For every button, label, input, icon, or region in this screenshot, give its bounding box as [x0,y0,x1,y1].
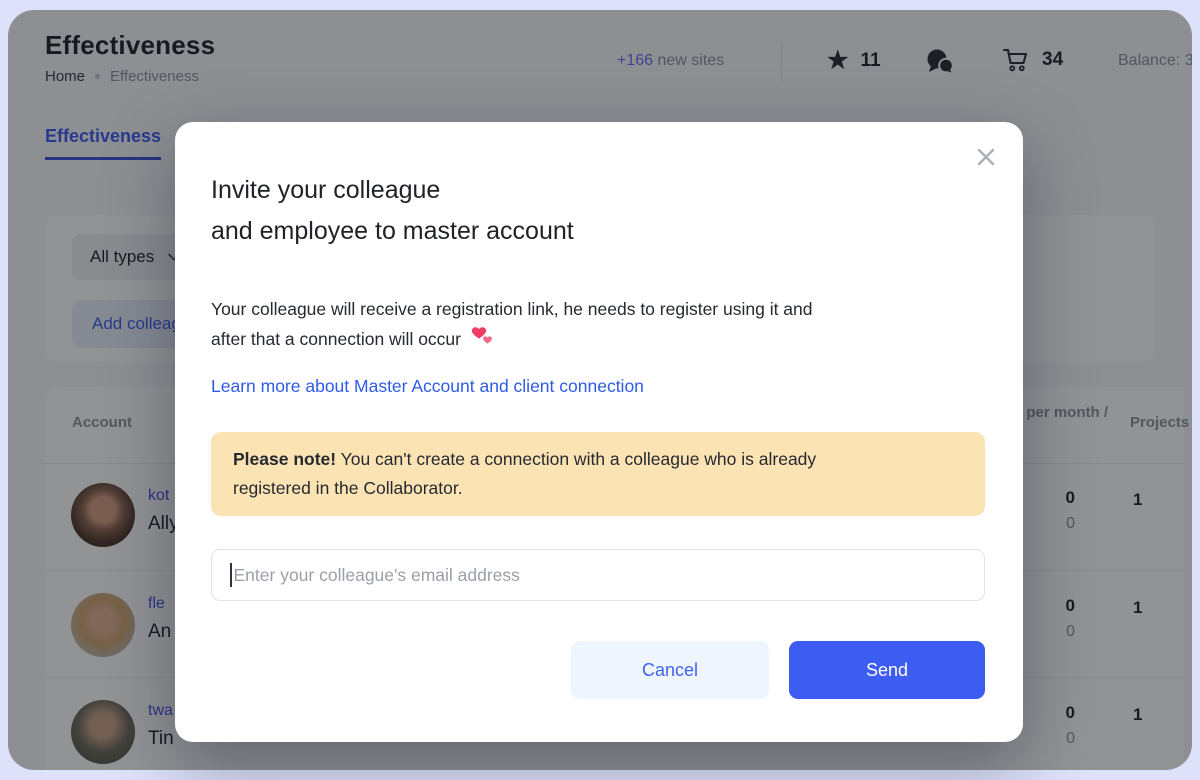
email-input[interactable]: Enter your colleague's email address [211,549,985,601]
note-box: Please note! You can't create a connecti… [211,432,985,516]
text-caret [230,563,232,587]
revolving-hearts-emoji [471,327,492,344]
send-button[interactable]: Send [789,641,985,699]
modal-description: Your colleague will receive a registrati… [211,299,813,349]
invite-colleague-modal: Invite your colleague and employee to ma… [175,122,1023,742]
close-icon[interactable] [975,146,997,168]
modal-actions: Cancel Send [571,641,985,699]
email-placeholder: Enter your colleague's email address [233,564,520,585]
note-bold: Please note! [233,449,337,469]
modal-title: Invite your colleague and employee to ma… [211,176,574,245]
learn-more-link[interactable]: Learn more about Master Account and clie… [211,376,644,397]
cancel-button[interactable]: Cancel [571,641,769,699]
